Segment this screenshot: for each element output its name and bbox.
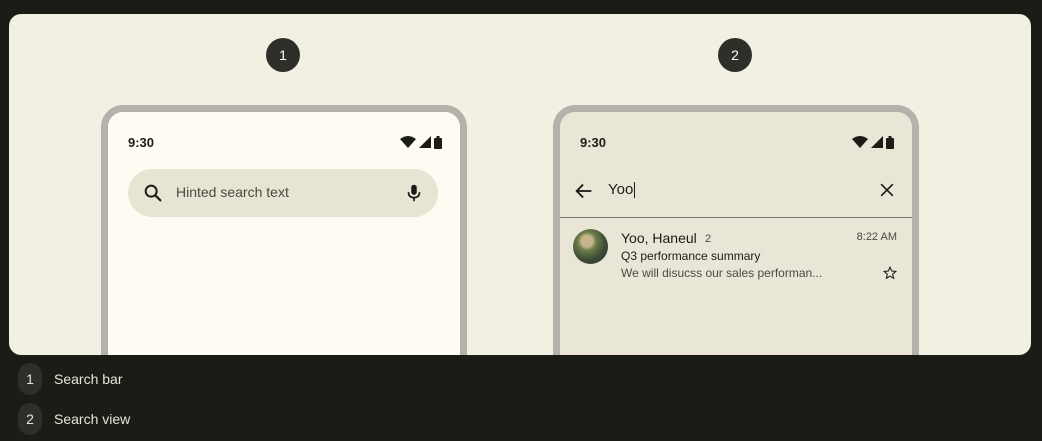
search-result-item[interactable]: Yoo, Haneul 2 8:22 AM Q3 performance sum… bbox=[573, 229, 899, 285]
search-placeholder[interactable]: Hinted search text bbox=[176, 184, 289, 200]
back-arrow-icon[interactable] bbox=[573, 180, 595, 202]
result-thread-count: 2 bbox=[705, 233, 712, 245]
search-query-input[interactable]: Yoo bbox=[608, 182, 636, 198]
result-sender: Yoo, Haneul bbox=[621, 230, 697, 246]
mic-icon[interactable] bbox=[403, 182, 425, 204]
status-bar: 9:30 bbox=[128, 134, 442, 150]
phone-search-bar: 9:30 Hinted search text bbox=[101, 105, 467, 355]
legend-label: Search view bbox=[54, 411, 131, 427]
result-subject: Q3 performance summary bbox=[621, 249, 761, 263]
legend-number: 2 bbox=[18, 403, 42, 435]
battery-icon bbox=[886, 135, 894, 149]
search-bar[interactable]: Hinted search text bbox=[128, 169, 438, 217]
result-preview: We will disucss our sales performan... bbox=[621, 266, 823, 280]
cellular-signal-icon bbox=[419, 136, 431, 148]
legend-label: Search bar bbox=[54, 371, 123, 387]
wifi-icon bbox=[852, 136, 868, 148]
legend-item-2: 2 Search view bbox=[18, 403, 130, 435]
star-icon[interactable] bbox=[883, 266, 897, 280]
step-badge-2: 2 bbox=[718, 38, 752, 72]
status-time: 9:30 bbox=[580, 134, 607, 150]
wifi-icon bbox=[400, 136, 416, 148]
status-time: 9:30 bbox=[128, 134, 155, 150]
avatar bbox=[573, 229, 608, 264]
example-canvas: 1 2 9:30 Hinted search text 9:30 Yoo Yoo… bbox=[9, 14, 1031, 355]
legend-number: 1 bbox=[18, 363, 42, 395]
phone-search-view: 9:30 Yoo Yoo, Haneul 2 8:22 AM Q3 perfor… bbox=[553, 105, 919, 355]
status-icons bbox=[400, 135, 442, 149]
search-icon[interactable] bbox=[142, 182, 164, 204]
search-view-header: Yoo bbox=[560, 162, 912, 218]
cellular-signal-icon bbox=[871, 136, 883, 148]
result-time: 8:22 AM bbox=[856, 231, 897, 243]
status-bar: 9:30 bbox=[580, 134, 894, 150]
close-icon[interactable] bbox=[877, 180, 897, 200]
battery-icon bbox=[434, 135, 442, 149]
legend-item-1: 1 Search bar bbox=[18, 363, 122, 395]
status-icons bbox=[852, 135, 894, 149]
step-badge-1: 1 bbox=[266, 38, 300, 72]
